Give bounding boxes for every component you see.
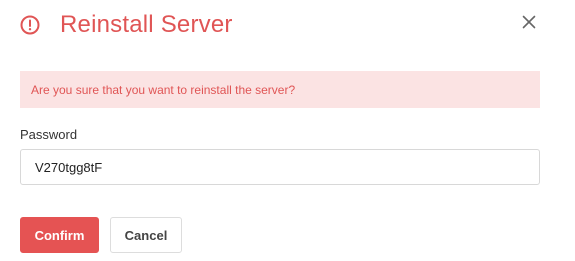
password-input[interactable]	[20, 149, 540, 185]
warning-message-box: Are you sure that you want to reinstall …	[20, 71, 540, 108]
cancel-button[interactable]: Cancel	[110, 217, 182, 253]
confirm-button[interactable]: Confirm	[20, 217, 99, 253]
dialog-title: Reinstall Server	[60, 11, 233, 38]
password-label: Password	[20, 127, 78, 142]
reinstall-server-dialog: Reinstall Server Are you sure that you w…	[0, 0, 575, 261]
dialog-header: Reinstall Server	[20, 8, 233, 42]
close-button[interactable]	[521, 15, 537, 34]
warning-message: Are you sure that you want to reinstall …	[31, 82, 296, 97]
alert-circle-icon	[20, 15, 40, 35]
close-icon	[522, 15, 536, 34]
